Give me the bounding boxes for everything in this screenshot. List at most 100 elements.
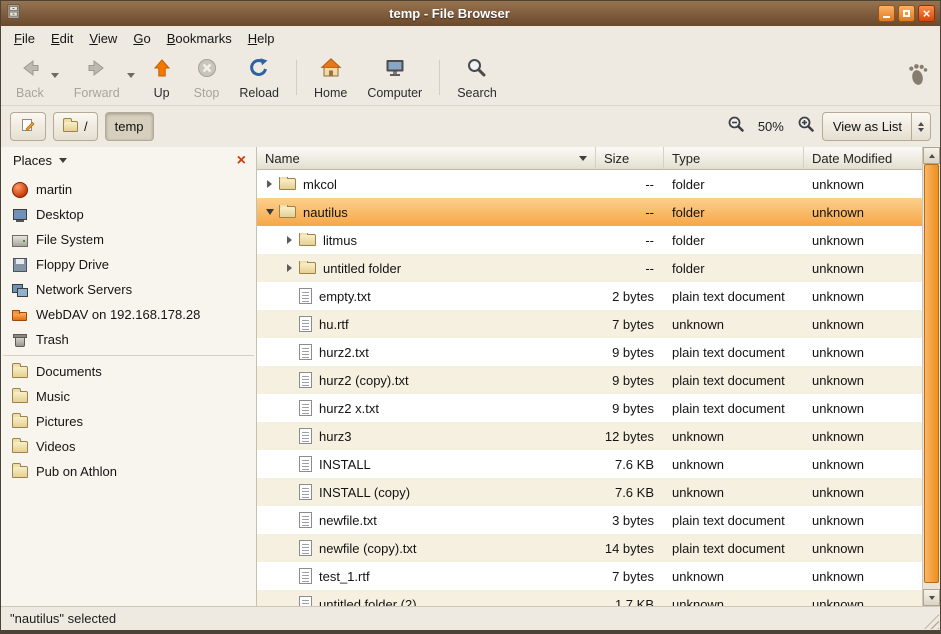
current-folder-label: temp (115, 119, 144, 134)
column-header-size[interactable]: Size (596, 147, 664, 170)
column-header-name[interactable]: Name (257, 147, 596, 170)
edit-location-icon (20, 117, 36, 136)
text-file-icon (299, 428, 312, 444)
reload-button[interactable]: Reload (230, 53, 288, 102)
up-arrow-icon (150, 56, 174, 85)
home-icon (319, 56, 343, 85)
forward-arrow-icon (85, 56, 109, 85)
scroll-down-button[interactable] (923, 589, 940, 606)
resize-grip[interactable] (924, 614, 939, 629)
file-row[interactable]: untitled folder -- folder unknown (257, 254, 922, 282)
sidebar-header: Places × (1, 147, 256, 174)
file-row[interactable]: hu.rtf 7 bytes unknown unknown (257, 310, 922, 338)
search-icon (465, 56, 489, 85)
sidebar-item-pictures[interactable]: Pictures (1, 409, 256, 434)
vertical-scrollbar[interactable] (922, 147, 940, 606)
sidebar-item-network-servers[interactable]: Network Servers (1, 277, 256, 302)
file-row[interactable]: test_1.rtf 7 bytes unknown unknown (257, 562, 922, 590)
menu-bookmarks[interactable]: Bookmarks (159, 28, 240, 49)
folder-icon (63, 121, 78, 132)
sidebar-item-documents[interactable]: Documents (1, 359, 256, 384)
scrollbar-thumb[interactable] (924, 164, 939, 583)
menu-go[interactable]: Go (125, 28, 158, 49)
gnome-foot-logo-icon (906, 63, 934, 92)
spinner-up-icon (918, 122, 924, 126)
folder-icon (12, 391, 28, 403)
sidebar-item-trash[interactable]: Trash (1, 327, 256, 352)
menu-file[interactable]: File (6, 28, 43, 49)
window-icon[interactable] (6, 4, 21, 24)
file-row[interactable]: hurz3 12 bytes unknown unknown (257, 422, 922, 450)
menu-help[interactable]: Help (240, 28, 283, 49)
sidebar-item-martin[interactable]: martin (1, 177, 256, 202)
back-dropdown-icon[interactable] (51, 73, 59, 78)
folder-icon (12, 416, 28, 428)
search-button[interactable]: Search (448, 53, 506, 102)
up-button[interactable]: Up (141, 53, 183, 102)
places-list: martin Desktop File System Floppy Drive … (1, 174, 256, 606)
file-row[interactable]: empty.txt 2 bytes plain text document un… (257, 282, 922, 310)
file-row[interactable]: hurz2.txt 9 bytes plain text document un… (257, 338, 922, 366)
expander-collapsed-icon[interactable] (282, 264, 297, 272)
scrollbar-track[interactable] (923, 164, 940, 589)
text-file-icon (299, 372, 312, 388)
folder-icon (299, 234, 316, 246)
file-row[interactable]: hurz2 (copy).txt 9 bytes plain text docu… (257, 366, 922, 394)
network-icon (12, 282, 28, 298)
column-header-type[interactable]: Type (664, 147, 804, 170)
file-row[interactable]: newfile (copy).txt 14 bytes plain text d… (257, 534, 922, 562)
sidebar-close-button[interactable]: × (234, 153, 249, 169)
folder-icon (12, 466, 28, 478)
toggle-location-entry-button[interactable] (10, 112, 46, 141)
computer-button[interactable]: Computer (358, 53, 431, 102)
file-row[interactable]: mkcol -- folder unknown (257, 170, 922, 198)
menu-edit[interactable]: Edit (43, 28, 81, 49)
webdav-icon (12, 307, 28, 323)
filesystem-icon (12, 232, 28, 248)
places-selector[interactable]: Places (8, 151, 72, 170)
sidebar-item-desktop[interactable]: Desktop (1, 202, 256, 227)
back-button[interactable]: Back (7, 53, 53, 102)
stop-button[interactable]: Stop (185, 53, 229, 102)
zoom-level: 50% (758, 119, 784, 134)
sidebar-item-webdav[interactable]: WebDAV on 192.168.178.28 (1, 302, 256, 327)
sidebar-item-file-system[interactable]: File System (1, 227, 256, 252)
scroll-up-button[interactable] (923, 147, 940, 164)
forward-dropdown-icon[interactable] (127, 73, 135, 78)
expander-expanded-icon[interactable] (262, 209, 277, 215)
titlebar[interactable]: temp - File Browser × (1, 1, 940, 26)
sidebar-item-music[interactable]: Music (1, 384, 256, 409)
path-button-temp[interactable]: temp (105, 112, 154, 141)
expander-collapsed-icon[interactable] (282, 236, 297, 244)
scroll-up-icon (929, 154, 935, 158)
forward-button[interactable]: Forward (65, 53, 129, 102)
close-button[interactable]: × (918, 5, 935, 22)
sidebar-item-pub-on-athlon[interactable]: Pub on Athlon (1, 459, 256, 484)
chevron-down-icon (59, 158, 67, 163)
view-mode-spinner[interactable] (911, 113, 930, 140)
maximize-button[interactable] (898, 5, 915, 22)
file-row[interactable]: INSTALL (copy) 7.6 KB unknown unknown (257, 478, 922, 506)
file-row-selected[interactable]: nautilus -- folder unknown (257, 198, 922, 226)
column-header-date-modified[interactable]: Date Modified (804, 147, 922, 170)
expander-collapsed-icon[interactable] (262, 180, 277, 188)
file-row[interactable]: newfile.txt 3 bytes plain text document … (257, 506, 922, 534)
folder-icon (279, 206, 296, 218)
file-row[interactable]: INSTALL 7.6 KB unknown unknown (257, 450, 922, 478)
view-mode-select[interactable]: View as List (822, 112, 931, 141)
text-file-icon (299, 484, 312, 500)
file-row[interactable]: litmus -- folder unknown (257, 226, 922, 254)
file-row[interactable]: untitled folder (2) 1.7 KB unknown unkno… (257, 590, 922, 606)
trash-icon (12, 332, 28, 348)
scroll-down-icon (929, 596, 935, 600)
file-row[interactable]: hurz2 x.txt 9 bytes plain text document … (257, 394, 922, 422)
path-button-root[interactable]: / (53, 112, 98, 141)
sidebar-item-floppy-drive[interactable]: Floppy Drive (1, 252, 256, 277)
menu-view[interactable]: View (81, 28, 125, 49)
sidebar-item-videos[interactable]: Videos (1, 434, 256, 459)
minimize-button[interactable] (878, 5, 895, 22)
zoom-in-button[interactable] (797, 115, 815, 138)
home-button[interactable]: Home (305, 53, 356, 102)
file-list-pane: Name Size Type Date Modified mkcol -- fo… (257, 147, 922, 606)
zoom-out-button[interactable] (727, 115, 745, 138)
